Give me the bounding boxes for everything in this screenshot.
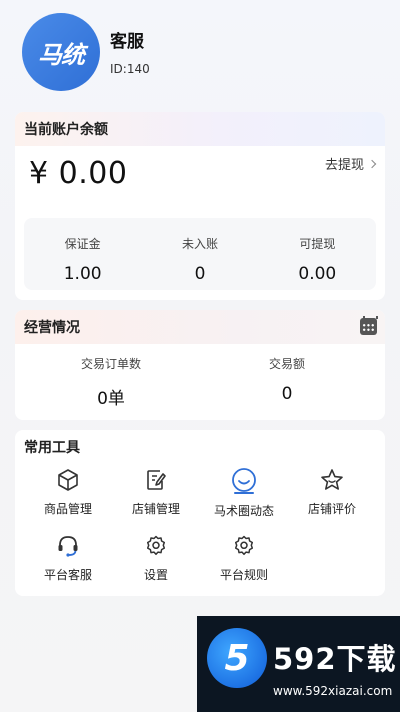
tool-label: 店铺评价 (307, 502, 356, 516)
stat-label: 交易订单数 (80, 357, 141, 371)
balance-title: 当前账户余额 (15, 112, 385, 146)
gear-icon (146, 535, 166, 556)
stat-label: 可提现 (299, 237, 336, 251)
stat-value: 0.00 (298, 264, 337, 284)
watermark-url: www.592xiazai.com (273, 684, 393, 698)
balance-card: 当前账户余额 ¥ 0.00 去提现 保证金 1.00 未入账 0 可提现 0.0… (15, 112, 385, 300)
business-title: 经营情况 (15, 310, 385, 344)
gear-icon (234, 535, 254, 556)
withdraw-label: 去提现 (324, 158, 364, 173)
stat-volume: 交易额 0 (199, 352, 375, 409)
tools-card: 常用工具 商品管理 店铺管理 马术圈动态 店铺评价 平台客服 设置 平台规则 (15, 430, 385, 596)
stat-withdrawable: 可提现 0.00 (259, 218, 376, 290)
business-card: 经营情况 交易订单数 0单 交易额 0 (15, 310, 385, 420)
site-watermark: 5 592下载 www.592xiazai.com (197, 616, 400, 712)
profile-name: 客服 (110, 32, 144, 52)
watermark-logo: 5 (207, 628, 267, 688)
business-stats: 交易订单数 0单 交易额 0 (15, 352, 385, 409)
chevron-right-icon (367, 159, 377, 168)
tool-label: 平台规则 (219, 568, 268, 582)
calendar-icon[interactable] (360, 316, 378, 335)
stat-value: 0单 (97, 389, 125, 409)
stat-pending: 未入账 0 (141, 218, 258, 290)
box-icon (58, 469, 78, 491)
headset-icon (58, 536, 78, 557)
profile-id: ID:140 (110, 62, 150, 76)
stat-deposit: 保证金 1.00 (24, 218, 141, 290)
stat-label: 交易额 (268, 357, 305, 371)
withdraw-link[interactable]: 去提现 (324, 154, 377, 173)
stat-value: 1.00 (63, 264, 102, 284)
tool-shop-reviews[interactable]: 店铺评价 (288, 468, 376, 517)
tool-product-management[interactable]: 商品管理 (24, 468, 112, 517)
edit-icon (147, 470, 166, 490)
tool-label: 马术圈动态 (213, 504, 274, 518)
stat-value: 0 (194, 264, 206, 284)
profile-header: 马统 客服 ID:140 (22, 13, 382, 91)
tool-label: 店铺管理 (131, 502, 180, 516)
tool-label: 设置 (143, 568, 168, 582)
tool-platform-support[interactable]: 平台客服 (24, 534, 112, 583)
tool-settings[interactable]: 设置 (112, 534, 200, 583)
balance-stats: 保证金 1.00 未入账 0 可提现 0.00 (24, 218, 376, 290)
tool-label: 平台客服 (43, 568, 92, 582)
star-icon (321, 469, 343, 490)
tool-platform-rules[interactable]: 平台规则 (200, 534, 288, 583)
stat-value: 0 (281, 384, 293, 404)
stat-orders: 交易订单数 0单 (23, 352, 199, 409)
stat-label: 保证金 (64, 237, 101, 251)
watermark-title: 592下载 (273, 642, 397, 676)
tools-title: 常用工具 (24, 440, 80, 456)
tool-shop-management[interactable]: 店铺管理 (112, 468, 200, 517)
smile-icon (232, 468, 256, 494)
balance-amount: ¥ 0.00 (29, 156, 128, 191)
stat-label: 未入账 (181, 237, 218, 251)
tool-equestrian-moments[interactable]: 马术圈动态 (200, 468, 288, 519)
tool-label: 商品管理 (43, 502, 92, 516)
avatar[interactable]: 马统 (22, 13, 100, 91)
